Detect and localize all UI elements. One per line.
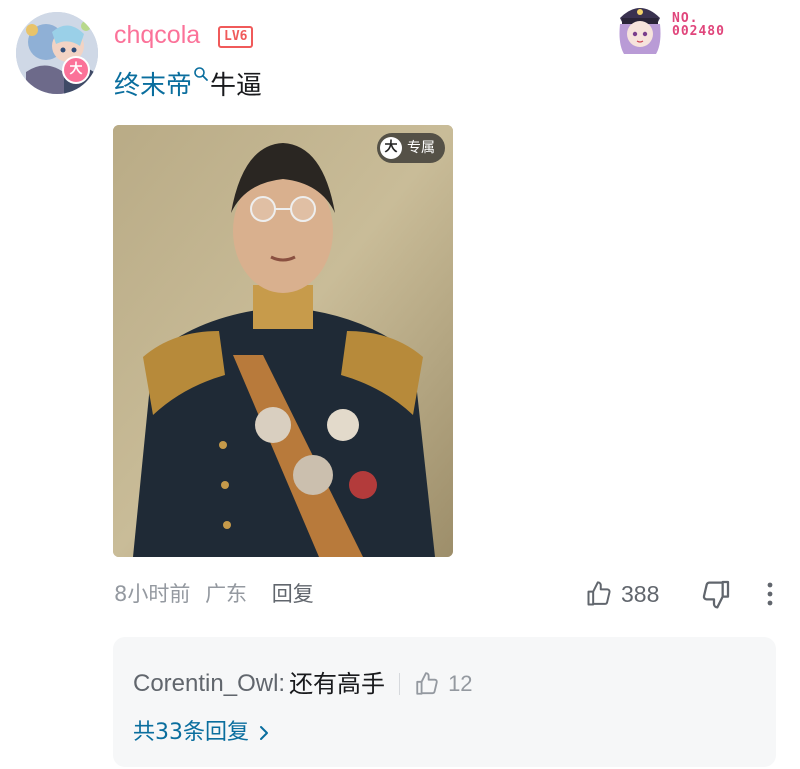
reply-divider	[399, 673, 401, 695]
search-keyword-link[interactable]: 终末帝	[114, 71, 192, 101]
thumbs-up-icon	[587, 581, 611, 606]
exclusive-badge-icon: 大	[380, 137, 402, 159]
comment-time: 8小时前	[114, 582, 191, 606]
like-button[interactable]: 388	[585, 578, 659, 610]
reply-button[interactable]: 回复	[272, 582, 314, 606]
avatar-illustration	[16, 12, 98, 94]
reply-preview: Corentin_Owl: 还有高手 12 共33条回复	[113, 637, 776, 767]
avatar-badge: 大	[62, 56, 90, 84]
thumbs-up-icon	[416, 672, 438, 695]
exclusive-label: 专属	[407, 140, 435, 156]
comment-meta: 8小时前 广东 回复	[114, 578, 322, 610]
thumbs-down-icon[interactable]	[700, 578, 732, 610]
portrait-image	[113, 125, 453, 557]
fan-number: NO. 002480	[672, 11, 725, 39]
reply-author[interactable]: Corentin_Owl:	[133, 667, 285, 701]
comment-image[interactable]: 大 专属	[113, 125, 453, 557]
search-icon[interactable]	[193, 66, 209, 82]
reply-like-count: 12	[448, 671, 473, 696]
exclusive-badge[interactable]: 大 专属	[377, 133, 445, 163]
chevron-right-icon	[260, 726, 268, 740]
reply-preview-item[interactable]: Corentin_Owl: 还有高手 12	[133, 667, 473, 701]
view-all-replies-link[interactable]: 共33条回复	[133, 717, 271, 749]
reply-like-button[interactable]: 12	[414, 667, 473, 701]
like-count: 388	[621, 580, 660, 607]
username[interactable]: chqcola	[114, 20, 200, 50]
level-badge: LV6	[218, 26, 254, 48]
view-all-replies-label: 共33条回复	[133, 720, 249, 745]
comment-body: 牛逼	[210, 71, 263, 101]
fan-badge-mascot	[619, 8, 661, 54]
more-vertical-icon[interactable]	[758, 578, 782, 610]
comment-text: 终末帝 牛逼	[114, 66, 262, 104]
comment-location: 广东	[205, 582, 248, 606]
reply-content: 还有高手	[289, 670, 386, 698]
user-avatar[interactable]	[16, 12, 98, 94]
